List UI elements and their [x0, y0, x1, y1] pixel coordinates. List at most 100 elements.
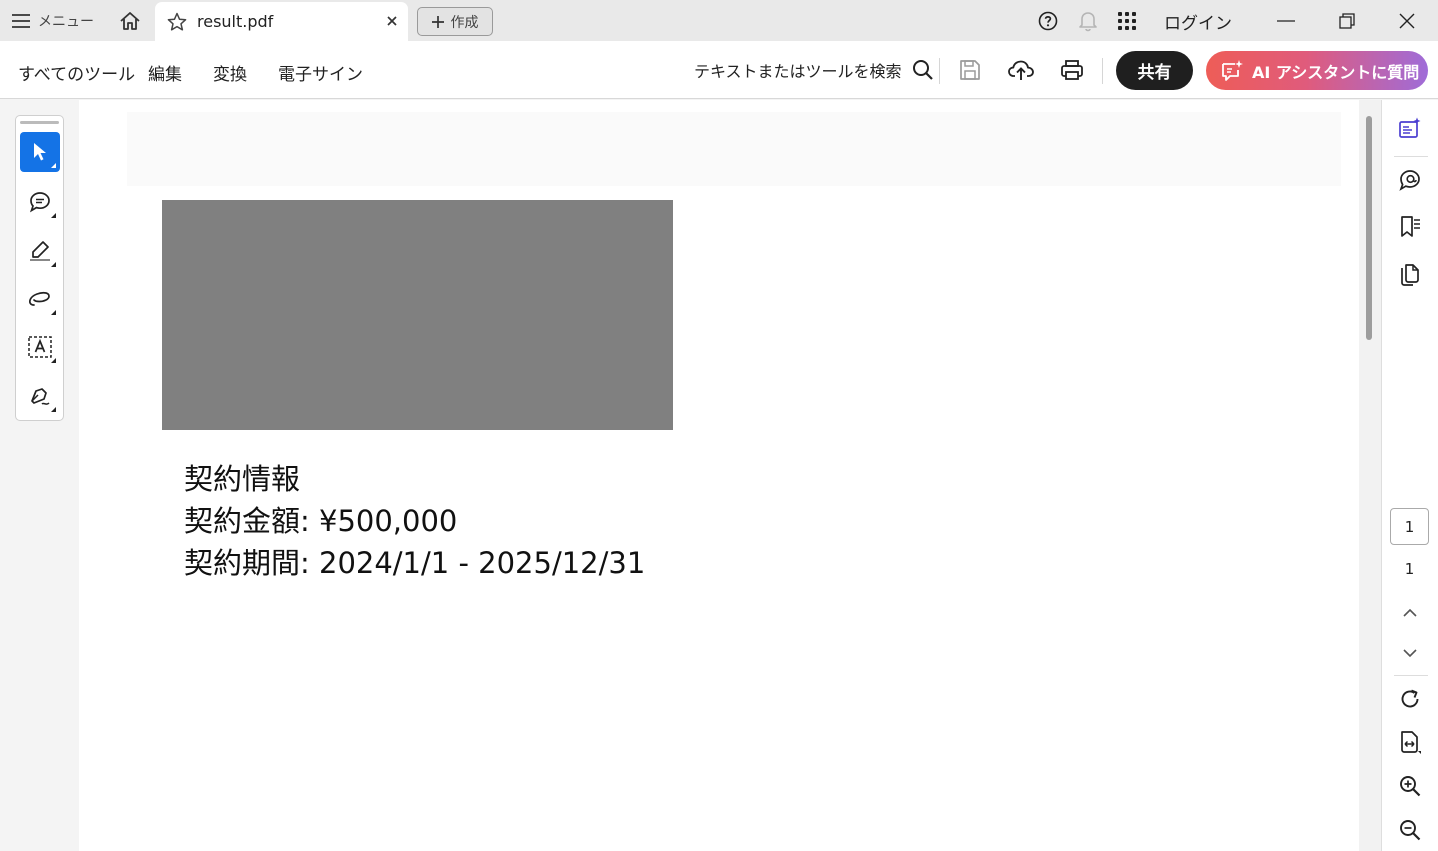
comments-panel-button[interactable] — [1394, 164, 1426, 196]
submenu-indicator — [51, 163, 56, 168]
menu-label: メニュー — [38, 14, 94, 30]
total-pages: 1 — [1404, 560, 1415, 578]
home-icon — [119, 11, 141, 31]
create-button[interactable]: 作成 — [417, 7, 493, 36]
share-button[interactable]: 共有 — [1116, 51, 1193, 90]
previous-page-button[interactable] — [1394, 596, 1426, 628]
nav-edit[interactable]: 編集 — [148, 60, 182, 85]
next-page-button[interactable] — [1394, 637, 1426, 669]
restore-icon — [1339, 13, 1355, 29]
main-toolbar: すべてのツール 編集 変換 電子サイン テキストまたはツールを検索 共有 AI … — [0, 41, 1438, 99]
title-bar: メニュー result.pdf 作成 ログイン — [0, 0, 1438, 41]
comment-tool[interactable] — [20, 182, 60, 222]
fit-width-button[interactable] — [1394, 726, 1426, 758]
star-icon[interactable] — [167, 12, 187, 32]
document-viewport[interactable]: 契約情報 契約金額: ¥500,000 契約期間: 2024/1/1 - 202… — [79, 100, 1359, 851]
submenu-indicator — [51, 407, 56, 412]
upload-button[interactable] — [1006, 56, 1036, 84]
rotate-icon — [1399, 688, 1421, 710]
document-tab[interactable]: result.pdf — [155, 2, 408, 41]
sign-tool[interactable] — [20, 376, 60, 416]
close-tab-icon[interactable] — [384, 13, 400, 29]
zoom-out-button[interactable] — [1394, 814, 1426, 846]
chevron-up-icon — [1403, 608, 1417, 617]
doc-contract-period: 契約期間: 2024/1/1 - 2025/12/31 — [184, 546, 646, 580]
zoom-in-icon — [1399, 775, 1421, 797]
chevron-down-icon — [1403, 648, 1417, 658]
doc-contract-amount: 契約金額: ¥500,000 — [184, 504, 458, 538]
submenu-indicator — [51, 358, 56, 363]
page-header-area — [127, 112, 1341, 186]
ai-summary-button[interactable] — [1394, 113, 1426, 145]
draw-tool[interactable] — [20, 279, 60, 319]
toolbar-divider — [1102, 58, 1103, 84]
ai-assistant-button[interactable]: AI アシスタントに質問 — [1206, 51, 1428, 90]
save-button[interactable] — [955, 56, 985, 84]
left-tool-rail — [0, 100, 79, 851]
draw-icon — [28, 290, 52, 308]
cloud-upload-icon — [1008, 59, 1034, 81]
bookmarks-button[interactable] — [1394, 211, 1426, 243]
vertical-scrollbar[interactable] — [1359, 100, 1381, 851]
save-icon — [959, 59, 981, 81]
panel-drag-handle[interactable] — [20, 121, 59, 124]
bell-icon — [1078, 10, 1098, 32]
pages-button[interactable] — [1394, 259, 1426, 291]
highlight-icon — [28, 240, 52, 262]
ai-chat-icon — [1220, 59, 1244, 83]
close-window-button[interactable] — [1392, 8, 1422, 34]
bookmarks-icon — [1398, 215, 1422, 239]
submenu-indicator — [51, 213, 56, 218]
print-icon — [1060, 59, 1084, 81]
scrollbar-thumb[interactable] — [1366, 116, 1372, 340]
doc-heading: 契約情報 — [184, 462, 301, 496]
text-select-icon — [28, 336, 52, 358]
highlight-tool[interactable] — [20, 231, 60, 271]
rail-divider — [1394, 675, 1428, 676]
login-button[interactable]: ログイン — [1164, 9, 1232, 34]
rotate-button[interactable] — [1394, 683, 1426, 715]
quick-tools-panel — [15, 115, 64, 421]
minimize-icon — [1277, 20, 1295, 22]
search-label: テキストまたはツールを検索 — [694, 62, 902, 81]
search-tools[interactable]: テキストまたはツールを検索 — [694, 56, 934, 84]
menu-button[interactable]: メニュー — [12, 8, 94, 34]
apps-grid-icon — [1118, 12, 1136, 30]
zoom-out-icon — [1399, 819, 1421, 841]
ai-summary-icon — [1398, 117, 1422, 141]
print-button[interactable] — [1057, 56, 1087, 84]
notifications-button[interactable] — [1074, 8, 1102, 34]
tab-title: result.pdf — [197, 12, 274, 31]
nav-convert[interactable]: 変換 — [213, 60, 247, 85]
search-icon — [912, 59, 934, 81]
submenu-indicator — [51, 310, 56, 315]
pages-icon — [1398, 263, 1422, 287]
apps-button[interactable] — [1113, 8, 1141, 34]
select-tool[interactable] — [20, 132, 60, 172]
document-image — [162, 200, 673, 430]
ai-assistant-label: AI アシスタントに質問 — [1252, 62, 1420, 82]
toolbar-divider — [939, 58, 940, 84]
right-rail: 1 1 — [1381, 100, 1438, 851]
create-label: 作成 — [450, 14, 479, 31]
sign-icon — [28, 385, 52, 407]
comment-icon — [29, 191, 51, 213]
select-icon — [31, 142, 49, 162]
help-button[interactable] — [1034, 8, 1062, 34]
text-select-tool[interactable] — [20, 327, 60, 367]
submenu-indicator — [51, 262, 56, 267]
restore-button[interactable] — [1332, 8, 1362, 34]
comments-panel-icon — [1398, 168, 1422, 192]
zoom-in-button[interactable] — [1394, 770, 1426, 802]
rail-divider — [1394, 156, 1428, 157]
hamburger-icon — [12, 14, 30, 28]
fit-width-icon — [1398, 730, 1422, 754]
home-button[interactable] — [116, 8, 144, 34]
nav-all-tools[interactable]: すべてのツール — [18, 60, 135, 85]
plus-icon — [431, 15, 444, 28]
nav-e-sign[interactable]: 電子サイン — [278, 60, 363, 85]
current-page-input[interactable]: 1 — [1390, 508, 1429, 545]
minimize-button[interactable] — [1271, 8, 1301, 34]
help-icon — [1038, 11, 1058, 31]
close-icon — [1399, 13, 1415, 29]
